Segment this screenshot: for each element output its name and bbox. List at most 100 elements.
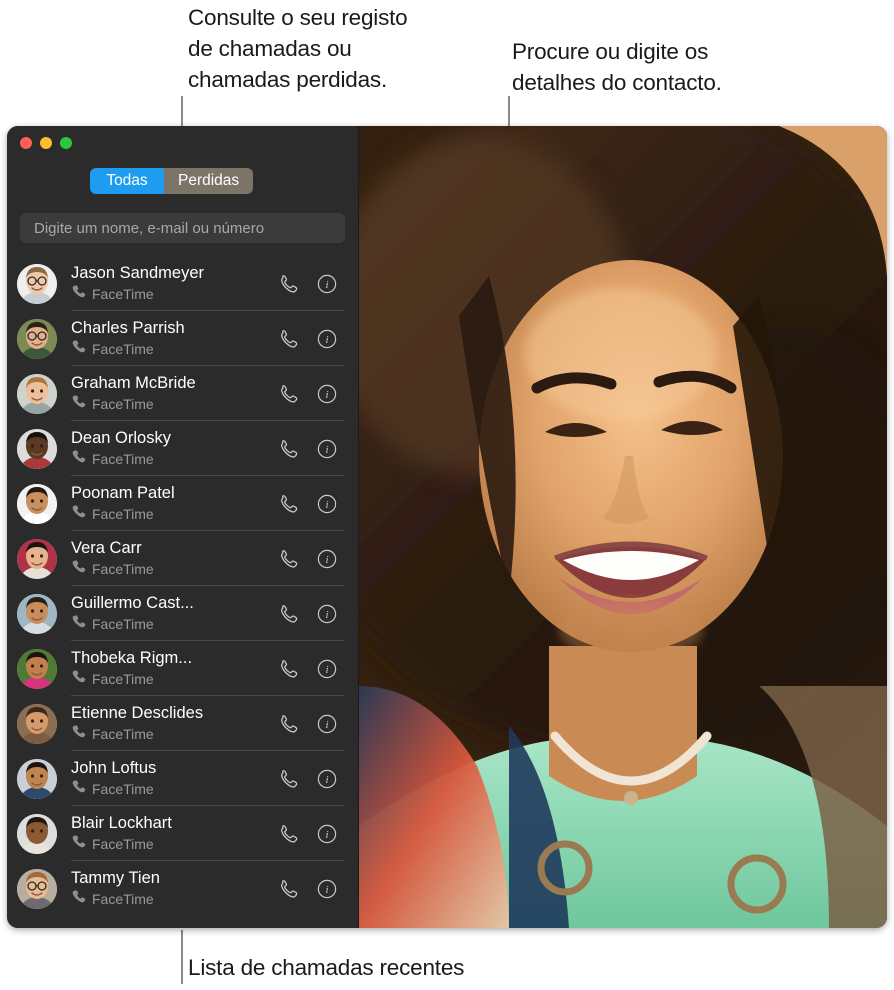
contact-service-label: FaceTime (92, 835, 154, 852)
phone-handset-icon[interactable] (278, 493, 300, 515)
facetime-handset-icon (71, 614, 86, 633)
phone-handset-icon[interactable] (278, 438, 300, 460)
contact-text: Poonam Patel FaceTime (71, 484, 278, 523)
info-circle-icon[interactable]: i (316, 328, 338, 350)
close-window-button[interactable] (20, 137, 32, 149)
leader-line-bottom-stem (181, 930, 183, 984)
contact-row[interactable]: John Loftus FaceTime i (7, 751, 358, 806)
phone-handset-icon[interactable] (278, 548, 300, 570)
svg-text:i: i (325, 774, 328, 786)
phone-handset-icon[interactable] (278, 383, 300, 405)
contact-text: Thobeka Rigm... FaceTime (71, 649, 278, 688)
info-circle-icon[interactable]: i (316, 438, 338, 460)
info-circle-icon[interactable]: i (316, 273, 338, 295)
contact-row[interactable]: Thobeka Rigm... FaceTime i (7, 641, 358, 696)
info-circle-icon[interactable]: i (316, 823, 338, 845)
phone-handset-icon[interactable] (278, 713, 300, 735)
annotation-recent-calls-list: Lista de chamadas recentes (188, 955, 465, 980)
contact-service-label: FaceTime (92, 395, 154, 412)
annotation-call-log: Consulte o seu registo de chamadas ou ch… (188, 5, 408, 92)
info-circle-icon[interactable]: i (316, 548, 338, 570)
facetime-handset-icon (71, 504, 86, 523)
avatar (17, 373, 57, 414)
phone-handset-icon[interactable] (278, 273, 300, 295)
contact-text: Guillermo Cast... FaceTime (71, 594, 278, 633)
contact-row[interactable]: Guillermo Cast... FaceTime i (7, 586, 358, 641)
svg-text:i: i (325, 444, 328, 456)
contact-name: John Loftus (71, 759, 157, 777)
annotation-search-contact: Procure ou digite os detalhes do contact… (512, 39, 722, 95)
maximize-window-button[interactable] (60, 137, 72, 149)
contact-service-label: FaceTime (92, 560, 154, 577)
phone-handset-icon[interactable] (278, 823, 300, 845)
contact-row[interactable]: Graham McBride FaceTime i (7, 366, 358, 421)
svg-text:i: i (325, 554, 328, 566)
row-actions: i (278, 658, 348, 680)
contact-row[interactable]: Tammy Tien FaceTime i (7, 861, 358, 916)
tab-todas[interactable]: Todas (90, 168, 164, 194)
info-circle-icon[interactable]: i (316, 878, 338, 900)
contact-row[interactable]: Charles Parrish FaceTime i (7, 311, 358, 366)
row-actions: i (278, 548, 348, 570)
facetime-handset-icon (71, 834, 86, 853)
contact-row[interactable]: Poonam Patel FaceTime i (7, 476, 358, 531)
row-actions: i (278, 383, 348, 405)
tab-perdidas[interactable]: Perdidas (164, 168, 254, 194)
svg-text:i: i (325, 334, 328, 346)
sidebar-recents-panel: Todas Perdidas Jason SandmeyerFaceTimeiC… (7, 126, 359, 928)
svg-text:i: i (325, 884, 328, 896)
contact-row[interactable]: Blair Lockhart FaceTime i (7, 806, 358, 861)
video-preview-pane (359, 126, 887, 928)
contact-service-label: FaceTime (92, 890, 154, 907)
search-input[interactable] (32, 218, 333, 238)
info-circle-icon[interactable]: i (316, 658, 338, 680)
facetime-handset-icon (71, 284, 86, 303)
contact-name: Poonam Patel (71, 484, 175, 502)
phone-handset-icon[interactable] (278, 878, 300, 900)
row-actions: i (278, 878, 348, 900)
contact-name: Tammy Tien (71, 869, 160, 887)
contact-row[interactable]: Etienne Desclides FaceTime i (7, 696, 358, 751)
avatar (17, 648, 57, 689)
recent-calls-list[interactable]: Jason Sandmeyer FaceTime i Charles Parrish F… (7, 256, 358, 928)
facetime-handset-icon (71, 669, 86, 688)
contact-service-label: FaceTime (92, 450, 154, 467)
contact-name: Thobeka Rigm... (71, 649, 193, 667)
contact-text: Blair Lockhart FaceTime (71, 814, 278, 853)
calls-filter-segmented-control[interactable]: Todas Perdidas (90, 168, 254, 194)
contact-service-label: FaceTime (92, 670, 154, 687)
contact-text: Jason Sandmeyer FaceTime (71, 264, 278, 303)
phone-handset-icon[interactable] (278, 658, 300, 680)
contact-name: Guillermo Cast... (71, 594, 194, 612)
minimize-window-button[interactable] (40, 137, 52, 149)
phone-handset-icon[interactable] (278, 603, 300, 625)
facetime-handset-icon (71, 394, 86, 413)
facetime-handset-icon (71, 559, 86, 578)
contact-service-label: FaceTime (92, 780, 154, 797)
info-circle-icon[interactable]: i (316, 603, 338, 625)
contact-service: FaceTime (71, 284, 278, 303)
phone-handset-icon[interactable] (278, 328, 300, 350)
info-circle-icon[interactable]: i (316, 768, 338, 790)
contact-service: FaceTime (71, 394, 278, 413)
contact-service: FaceTime (71, 614, 278, 633)
svg-text:i: i (325, 279, 328, 291)
search-field-container[interactable] (20, 213, 345, 243)
svg-text:i: i (325, 499, 328, 511)
info-circle-icon[interactable]: i (316, 493, 338, 515)
row-actions: i (278, 713, 348, 735)
facetime-handset-icon (71, 339, 86, 358)
row-actions: i (278, 493, 348, 515)
phone-handset-icon[interactable] (278, 768, 300, 790)
contact-service: FaceTime (71, 724, 278, 743)
contact-text: Dean Orlosky FaceTime (71, 429, 278, 468)
avatar (17, 263, 57, 304)
contact-row[interactable]: Jason Sandmeyer FaceTime i (7, 256, 358, 311)
contact-row[interactable]: Dean Orlosky FaceTime i (7, 421, 358, 476)
contact-text: Charles Parrish FaceTime (71, 319, 278, 358)
info-circle-icon[interactable]: i (316, 383, 338, 405)
info-circle-icon[interactable]: i (316, 713, 338, 735)
contact-service: FaceTime (71, 449, 278, 468)
avatar (17, 428, 57, 469)
contact-row[interactable]: Vera Carr FaceTime i (7, 531, 358, 586)
